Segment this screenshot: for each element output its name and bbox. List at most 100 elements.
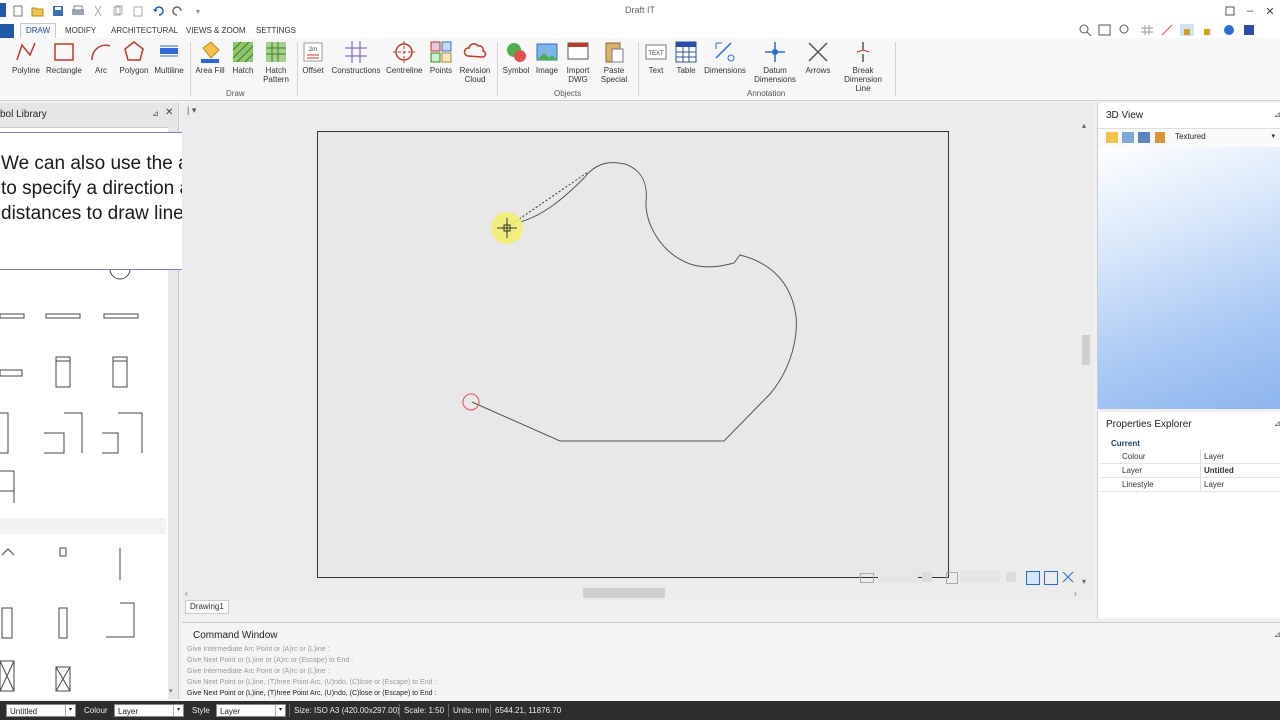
sheet-size-status[interactable]: Size: ISO A3 (420.00x297.00)	[294, 706, 400, 715]
layer-select-value: Untitled	[10, 707, 38, 716]
property-row-linestyle[interactable]: Linestyle Layer	[1100, 478, 1280, 492]
pin-icon[interactable]: ⊿	[1274, 630, 1280, 639]
centreline-button[interactable]: Centreline	[386, 40, 422, 75]
tab-draw[interactable]: DRAW	[20, 23, 57, 38]
symbol-button[interactable]: Symbol	[501, 40, 531, 75]
break-dimension-line-label-1: Break	[852, 66, 874, 75]
scroll-left-arrow-icon[interactable]: ‹	[185, 589, 188, 598]
close-panel-icon[interactable]: ✕	[165, 107, 173, 118]
symbol-icon	[504, 40, 528, 64]
area-fill-icon	[198, 40, 222, 64]
colour-select[interactable]: Layer ▾	[114, 704, 184, 717]
points-button[interactable]: Points	[428, 40, 454, 75]
pin-icon[interactable]: ⊿	[1274, 110, 1280, 119]
centreline-icon	[392, 40, 416, 64]
sheet-width-field[interactable]	[878, 571, 918, 583]
scroll-up-arrow-icon[interactable]: ▴	[1082, 121, 1086, 130]
style-select[interactable]: Layer ▾	[216, 704, 286, 717]
break-dimension-line-button[interactable]: Break Dimension Line	[836, 40, 890, 93]
dimensions-button[interactable]: Dimensions	[704, 40, 746, 75]
minimize-button[interactable]: –	[1240, 3, 1260, 19]
property-row-layer[interactable]: Layer Untitled	[1100, 464, 1280, 478]
scroll-down-arrow-icon[interactable]: ▾	[1082, 577, 1086, 586]
close-button[interactable]: ✕	[1260, 3, 1280, 19]
rectangle-button[interactable]: Rectangle	[45, 40, 83, 75]
lock-icon[interactable]	[1180, 24, 1194, 36]
help-icon[interactable]	[1222, 24, 1236, 36]
datum-dimensions-button[interactable]: Datum Dimensions	[752, 40, 798, 84]
units-status[interactable]: Units: mm	[453, 706, 489, 715]
canvas-menu-chevron-icon[interactable]: | ▾	[187, 105, 196, 116]
arc-label: Arc	[95, 66, 107, 75]
tab-settings[interactable]: SETTINGS	[251, 24, 301, 38]
fit-sheet-icon[interactable]	[1026, 571, 1040, 585]
info-icon[interactable]	[1242, 24, 1256, 36]
status-separator	[448, 704, 449, 717]
sheet-width-icon[interactable]	[860, 573, 874, 583]
zoom-window-icon[interactable]	[1098, 24, 1112, 36]
text-button[interactable]: TEXT Text	[643, 40, 669, 75]
objects-group-label: Objects	[554, 89, 582, 98]
zoom-icon[interactable]	[1078, 24, 1092, 37]
camera-icon[interactable]	[1122, 132, 1134, 143]
render-mode-value: Textured	[1175, 132, 1206, 141]
render-icon[interactable]	[1106, 132, 1118, 143]
arc-button[interactable]: Arc	[89, 40, 113, 75]
colour-label: Colour	[84, 706, 108, 715]
layer-select[interactable]: Untitled ▾	[6, 704, 76, 717]
drawing-sheet[interactable]	[317, 131, 949, 578]
symbol-label: Symbol	[502, 66, 530, 75]
pin-icon[interactable]: ⊿	[1274, 419, 1280, 428]
unlock-icon[interactable]	[1200, 24, 1214, 36]
polygon-button[interactable]: Polygon	[119, 40, 149, 75]
arrows-icon	[806, 40, 830, 64]
import-dwg-button[interactable]: Import DWG	[563, 40, 593, 84]
sheet-lock-icon[interactable]	[922, 572, 932, 582]
tab-modify[interactable]: MODIFY	[60, 24, 101, 38]
texture-icon[interactable]	[1155, 132, 1165, 143]
property-value[interactable]: Layer	[1204, 452, 1224, 461]
render-mode-select[interactable]: Textured ▾	[1171, 129, 1279, 145]
property-row-colour[interactable]: Colour Layer	[1100, 450, 1280, 464]
revision-cloud-button[interactable]: Revision Cloud	[458, 40, 492, 84]
symbol-thumbnails[interactable]	[0, 263, 166, 693]
pin-icon[interactable]: ⊿	[152, 109, 159, 118]
horizontal-scrollbar-thumb[interactable]	[583, 588, 665, 598]
multiline-button[interactable]: Multiline	[154, 40, 184, 75]
hatch-pattern-button[interactable]: Hatch Pattern	[260, 40, 292, 84]
restore-ribbon-icon[interactable]	[1220, 3, 1240, 19]
grid-icon[interactable]	[1140, 24, 1154, 36]
application-menu-button[interactable]	[0, 24, 14, 38]
constructions-button[interactable]: Constructions	[330, 40, 382, 75]
scale-status[interactable]: Scale: 1:50	[404, 706, 444, 715]
vertical-scrollbar-thumb[interactable]	[1082, 335, 1090, 365]
command-prompt-line[interactable]: Give Next Point or (L)ine, (T)hree Point…	[187, 690, 436, 697]
paste-special-button[interactable]: Paste Special	[596, 40, 632, 84]
property-value[interactable]: Untitled	[1204, 466, 1234, 475]
image-button[interactable]: Image	[534, 40, 560, 75]
polyline-button[interactable]: Polyline	[10, 40, 42, 75]
area-fill-button[interactable]: Area Fill	[195, 40, 225, 75]
arrows-label: Arrows	[805, 66, 831, 75]
document-tab[interactable]: Drawing1	[185, 600, 229, 614]
wireframe-icon[interactable]	[1138, 132, 1150, 143]
zoom-extents-icon[interactable]	[1118, 24, 1132, 36]
offset-button[interactable]: 2m Offset	[300, 40, 326, 75]
multiline-icon	[157, 40, 181, 64]
sheet-height-icon[interactable]	[946, 572, 958, 584]
tab-architectural[interactable]: ARCHITECTURAL	[106, 24, 183, 38]
zoom-fit-icon[interactable]	[1044, 571, 1058, 585]
sheet-height-field[interactable]	[960, 571, 1000, 583]
property-value[interactable]: Layer	[1204, 480, 1224, 489]
arrows-button[interactable]: Arrows	[804, 40, 832, 75]
snap-icon[interactable]	[1160, 24, 1174, 36]
table-button[interactable]: Table	[673, 40, 699, 75]
sheet-settings-icon[interactable]	[1006, 572, 1016, 582]
scroll-down-arrow-icon[interactable]: ▾	[169, 687, 173, 695]
pan-icon[interactable]	[1062, 571, 1074, 583]
table-label: Table	[676, 66, 696, 75]
hatch-button[interactable]: Hatch	[230, 40, 256, 75]
tab-views-zoom[interactable]: VIEWS & ZOOM	[181, 24, 251, 38]
scroll-right-arrow-icon[interactable]: ›	[1074, 589, 1077, 598]
3d-viewport[interactable]	[1098, 147, 1280, 409]
